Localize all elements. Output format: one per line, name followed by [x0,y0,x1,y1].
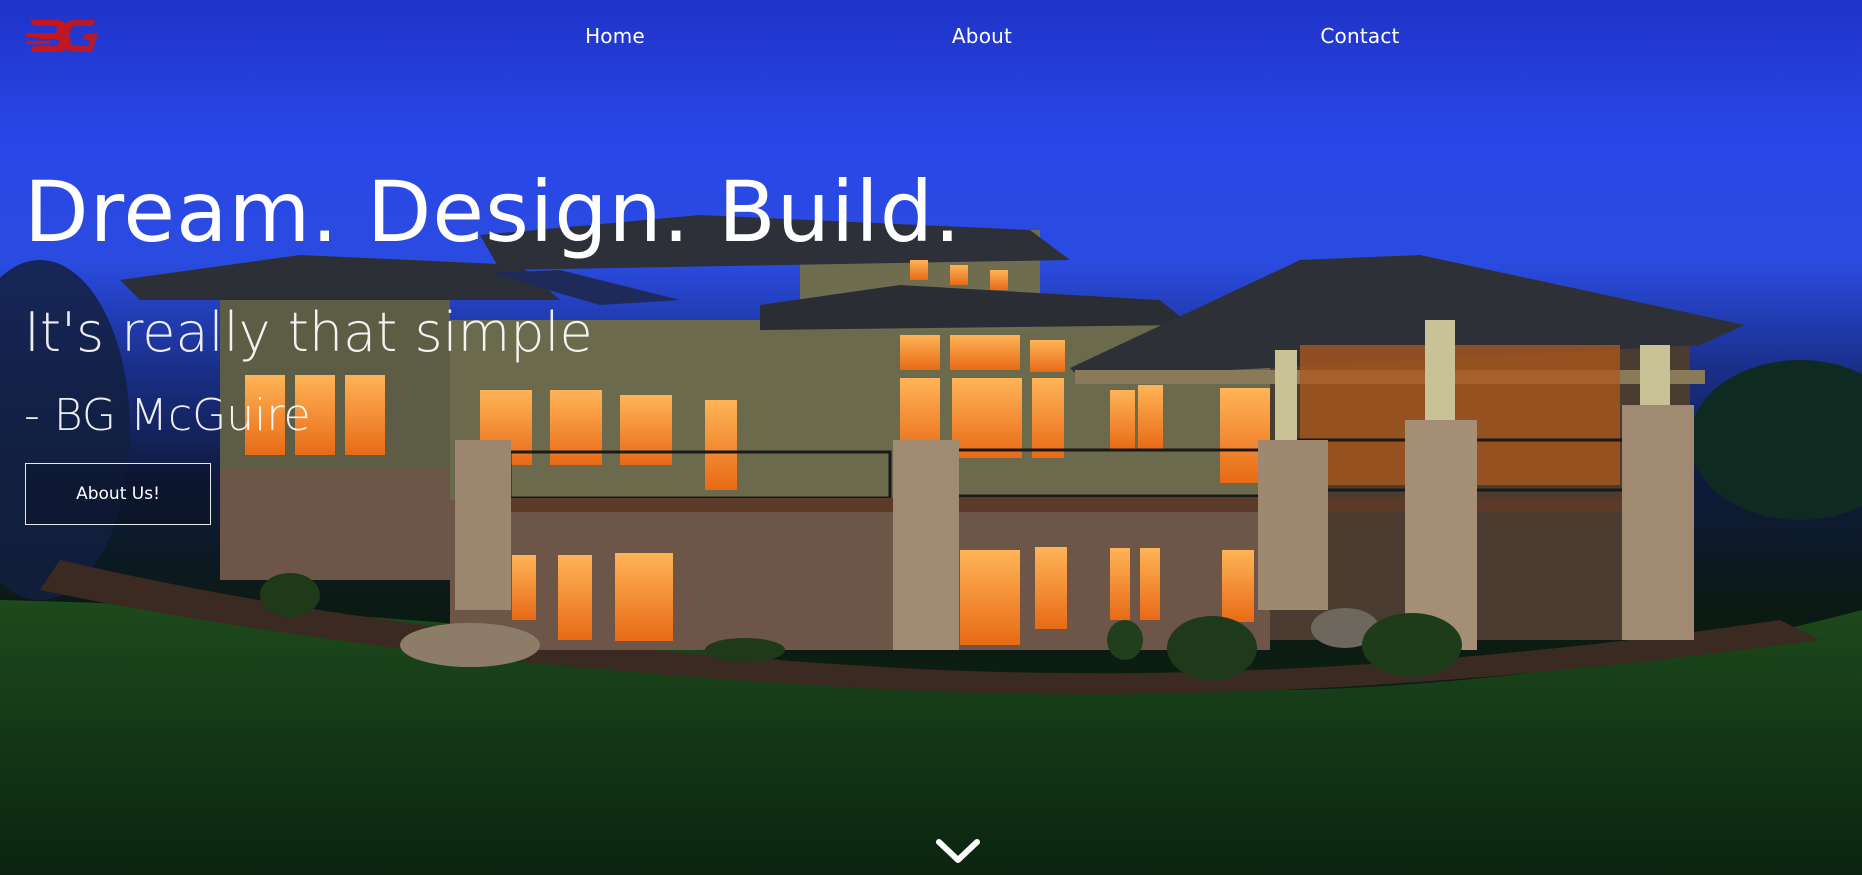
main-nav: Home About Contact [0,24,1862,50]
hero-section: Home About Contact Dream. Design. Build.… [0,0,1862,875]
chevron-down-icon[interactable] [935,836,981,866]
nav-link-about[interactable]: About [952,24,1012,48]
about-us-button[interactable]: About Us! [25,463,211,525]
hero-author: - BG McGuire [24,390,311,441]
nav-link-home[interactable]: Home [585,24,645,48]
hero-headline: Dream. Design. Build. [24,163,962,261]
hero-tagline: It's really that simple [24,301,593,364]
nav-link-contact[interactable]: Contact [1320,24,1399,48]
